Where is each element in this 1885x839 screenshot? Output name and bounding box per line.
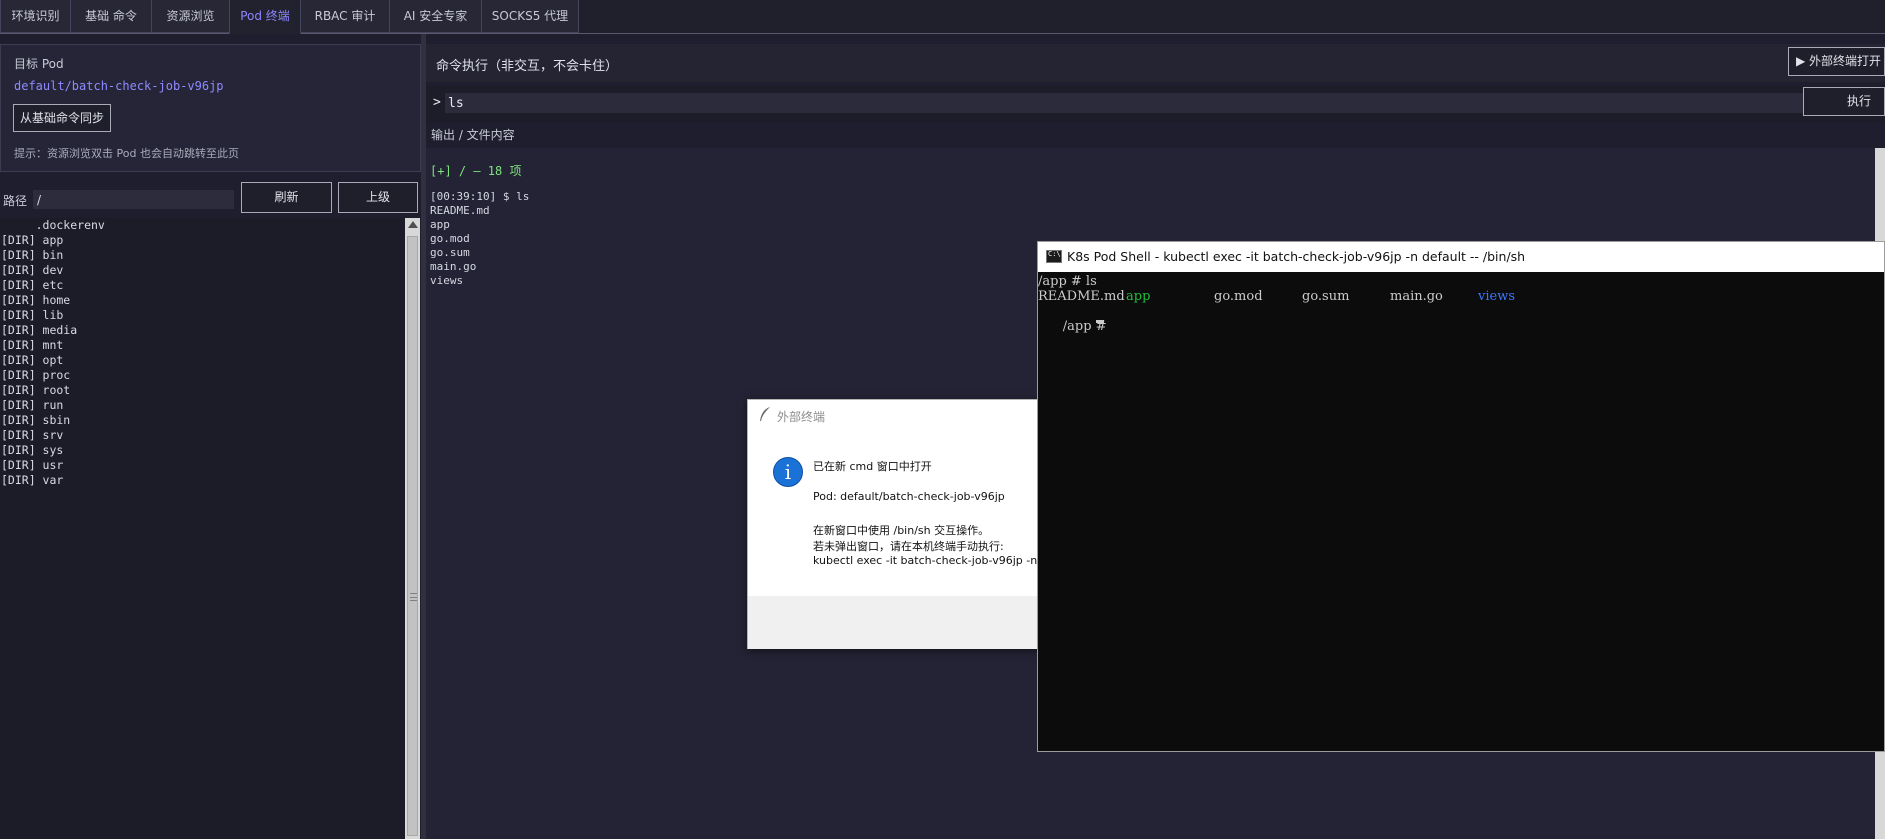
info-icon: i (773, 457, 803, 487)
console-body[interactable]: /app # ls README.md app go.mod go.sum ma… (1038, 272, 1884, 751)
file-list[interactable]: .dockerenv [DIR] app [DIR] bin [DIR] dev… (0, 218, 405, 839)
list-item[interactable]: [DIR] sys (0, 443, 405, 458)
output-line: go.mod (430, 232, 470, 245)
list-item[interactable]: [DIR] media (0, 323, 405, 338)
target-pod-name: default/batch-check-job-v96jp (14, 79, 224, 93)
output-summary: [+] / — 18 项 (430, 164, 522, 178)
refresh-button[interactable]: 刷新 (241, 182, 332, 213)
ls-entry: go.sum (1302, 289, 1350, 304)
list-item[interactable]: [DIR] home (0, 293, 405, 308)
path-label: 路径 (3, 194, 28, 208)
console-title: K8s Pod Shell - kubectl exec -it batch-c… (1067, 249, 1526, 264)
ls-entry: app (1126, 289, 1151, 304)
sync-from-basic-button[interactable]: 从基础命令同步 (13, 104, 111, 132)
list-item[interactable]: [DIR] root (0, 383, 405, 398)
list-item[interactable]: [DIR] mnt (0, 338, 405, 353)
tab-socks5-proxy[interactable]: SOCKS5 代理 (481, 0, 579, 33)
list-item[interactable]: [DIR] bin (0, 248, 405, 263)
output-line: [00:39:10] $ ls (430, 190, 530, 203)
list-item[interactable]: [DIR] sbin (0, 413, 405, 428)
output-lines: [00:39:10] $ ls README.md app go.mod go.… (430, 190, 529, 288)
tab-pod-terminal[interactable]: Pod 终端 (229, 0, 301, 34)
target-pod-label: 目标 Pod (14, 57, 64, 71)
ls-entry: views (1478, 289, 1515, 304)
list-item[interactable]: [DIR] opt (0, 353, 405, 368)
up-level-button[interactable]: 上级 (338, 182, 418, 213)
list-item[interactable]: .dockerenv (0, 218, 405, 233)
dialog-title: 外部终端 (777, 410, 826, 424)
tab-env-detect[interactable]: 环境识别 (0, 0, 71, 33)
command-section-title: 命令执行（非交互，不会卡住） (436, 59, 619, 74)
dialog-message-line: 若未弹出窗口，请在本机终端手动执行: (813, 540, 1004, 553)
console-prompt-line: /app # (1038, 304, 1111, 349)
dialog-message-line: Pod: default/batch-check-job-v96jp (813, 490, 1005, 503)
list-item[interactable]: [DIR] var (0, 473, 405, 488)
output-line: app (430, 218, 450, 231)
dialog-titlebar[interactable]: 外部终端 (748, 400, 1048, 430)
dialog-message-line: 在新窗口中使用 /bin/sh 交互操作。 (813, 524, 990, 537)
ls-entry: go.mod (1214, 289, 1263, 304)
console-ls-output: README.md app go.mod go.sum main.go view… (1038, 289, 1884, 305)
dialog-footer (748, 596, 1048, 649)
target-pod-panel: 目标 Pod default/batch-check-job-v96jp 从基础… (0, 44, 421, 172)
command-header: 命令执行（非交互，不会卡住） ▶ 外部终端打开 (426, 44, 1885, 82)
list-item[interactable]: [DIR] etc (0, 278, 405, 293)
console-line: /app # ls (1038, 274, 1097, 289)
command-input[interactable] (445, 93, 1821, 113)
text-cursor (1096, 320, 1104, 323)
console-titlebar[interactable]: K8s Pod Shell - kubectl exec -it batch-c… (1038, 242, 1884, 272)
list-item[interactable]: [DIR] lib (0, 308, 405, 323)
pod-shell-console-window[interactable]: K8s Pod Shell - kubectl exec -it batch-c… (1037, 241, 1885, 752)
path-row: 路径 刷新 上级 (0, 182, 421, 218)
output-line: views (430, 274, 464, 287)
output-label: 输出 / 文件内容 (431, 128, 515, 142)
external-terminal-button[interactable]: ▶ 外部终端打开 (1788, 47, 1885, 76)
list-item[interactable]: [DIR] srv (0, 428, 405, 443)
prompt-symbol: > (433, 95, 441, 110)
command-row: > 执行 (426, 86, 1885, 122)
list-item[interactable]: [DIR] dev (0, 263, 405, 278)
tab-basic-commands[interactable]: 基础 命令 (70, 0, 152, 33)
list-item[interactable]: [DIR] app (0, 233, 405, 248)
ls-entry: README.md (1038, 289, 1125, 304)
path-input[interactable] (33, 190, 234, 209)
dialog-message-line: 已在新 cmd 窗口中打开 (813, 460, 932, 473)
ls-entry: main.go (1390, 289, 1443, 304)
tab-rbac-audit[interactable]: RBAC 审计 (300, 0, 390, 33)
grip-icon (410, 593, 417, 601)
tab-bar: 环境识别 基础 命令 资源浏览 Pod 终端 RBAC 审计 AI 安全专家 S… (0, 0, 1885, 34)
tab-ai-security-expert[interactable]: AI 安全专家 (389, 0, 482, 33)
list-item[interactable]: [DIR] usr (0, 458, 405, 473)
cmd-icon (1046, 250, 1062, 263)
list-item[interactable]: [DIR] proc (0, 368, 405, 383)
scroll-up-arrow-icon[interactable] (408, 221, 418, 228)
hint-text: 提示：资源浏览双击 Pod 也会自动跳转至此页 (14, 147, 239, 160)
list-item[interactable]: [DIR] run (0, 398, 405, 413)
external-terminal-dialog: 外部终端 i 已在新 cmd 窗口中打开 Pod: default/batch-… (747, 399, 1131, 649)
scrollbar-thumb[interactable] (407, 236, 418, 836)
tab-resource-browse[interactable]: 资源浏览 (151, 0, 230, 33)
output-line: main.go (430, 260, 477, 273)
feather-icon (760, 407, 770, 421)
output-line: go.sum (430, 246, 470, 259)
execute-button[interactable]: 执行 (1803, 87, 1885, 116)
output-line: README.md (430, 204, 490, 217)
file-list-scrollbar[interactable] (405, 218, 420, 839)
